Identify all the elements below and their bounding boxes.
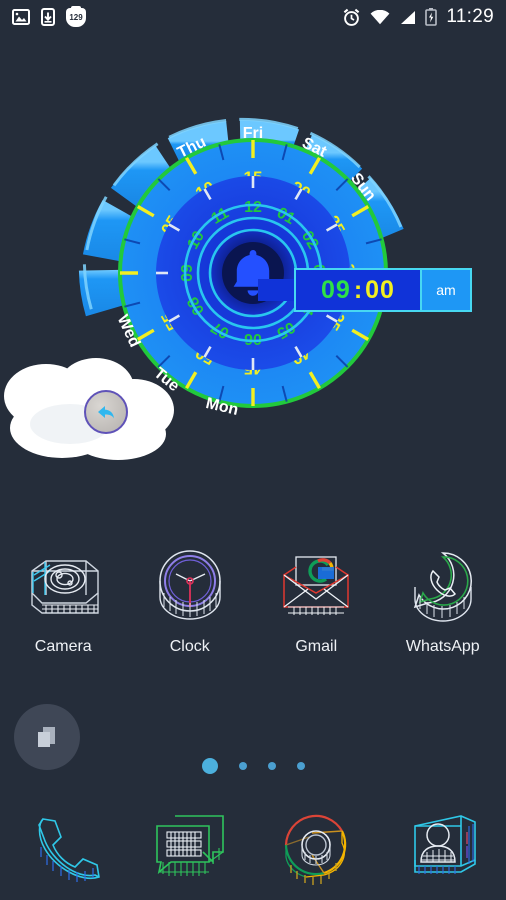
time-value-box[interactable]: 09 : 00 <box>294 268 420 312</box>
status-bar[interactable]: 129 11:29 <box>0 0 506 34</box>
battery-charging-icon <box>425 8 438 26</box>
pages-switch-icon <box>38 727 55 747</box>
dock-phone[interactable] <box>15 799 111 895</box>
status-bar-left: 129 <box>12 5 86 27</box>
day-segment-tue[interactable] <box>82 199 138 263</box>
signal-icon <box>401 10 416 24</box>
page-dot-1[interactable] <box>201 758 218 774</box>
page-dot-2[interactable] <box>238 762 247 770</box>
dock-contacts[interactable] <box>395 799 491 895</box>
app-grid: Camera Clock Gmail WhatsApp <box>0 540 506 656</box>
notification-badge-icon: 129 <box>66 5 86 27</box>
app-gmail[interactable]: Gmail <box>257 540 375 656</box>
alarm-time-display[interactable]: 09 : 00 am <box>294 268 472 312</box>
alarm-minutes: 00 <box>365 275 395 304</box>
hour-09: 09 <box>179 264 196 282</box>
back-button[interactable] <box>84 390 128 434</box>
messages-icon <box>155 815 224 876</box>
gmail-icon[interactable] <box>270 540 362 632</box>
alarm-meridiem[interactable]: am <box>420 268 472 312</box>
badge-count: 129 <box>69 13 83 22</box>
alarm-hours: 09 <box>321 275 351 304</box>
app-label-clock: Clock <box>169 638 210 655</box>
dock-chrome[interactable] <box>268 799 364 895</box>
contacts-icon <box>413 815 476 874</box>
page-indicator[interactable] <box>0 758 506 774</box>
alarm-icon <box>344 8 360 26</box>
wifi-icon <box>370 9 390 24</box>
status-bar-clock: 11:29 <box>446 6 494 27</box>
page-dot-4[interactable] <box>296 762 305 770</box>
whatsapp-icon[interactable] <box>397 540 489 632</box>
app-label-whatsapp: WhatsApp <box>405 638 480 655</box>
day-label-fri: Fri <box>243 125 263 142</box>
chrome-icon <box>285 814 347 885</box>
clock-icon[interactable] <box>144 540 236 632</box>
app-clock[interactable]: Clock <box>131 540 249 656</box>
day-segment-mon[interactable] <box>78 269 125 317</box>
pages-switch-button[interactable] <box>14 704 80 770</box>
download-icon <box>41 8 55 26</box>
status-bar-right: 11:29 <box>342 6 494 28</box>
app-label-gmail: Gmail <box>295 638 338 655</box>
page-dot-3[interactable] <box>267 762 276 770</box>
hour-06: 06 <box>244 330 262 347</box>
camera-icon[interactable] <box>17 540 109 632</box>
image-icon <box>12 9 30 25</box>
phone-icon <box>38 818 101 882</box>
app-camera[interactable]: Camera <box>4 540 122 656</box>
app-whatsapp[interactable]: WhatsApp <box>384 540 502 656</box>
hour-12: 12 <box>244 199 262 216</box>
time-separator: : <box>353 275 363 304</box>
app-label-camera: Camera <box>34 638 92 655</box>
dock-messages[interactable] <box>142 799 238 895</box>
dock <box>0 797 506 897</box>
back-arrow-icon <box>98 406 114 419</box>
